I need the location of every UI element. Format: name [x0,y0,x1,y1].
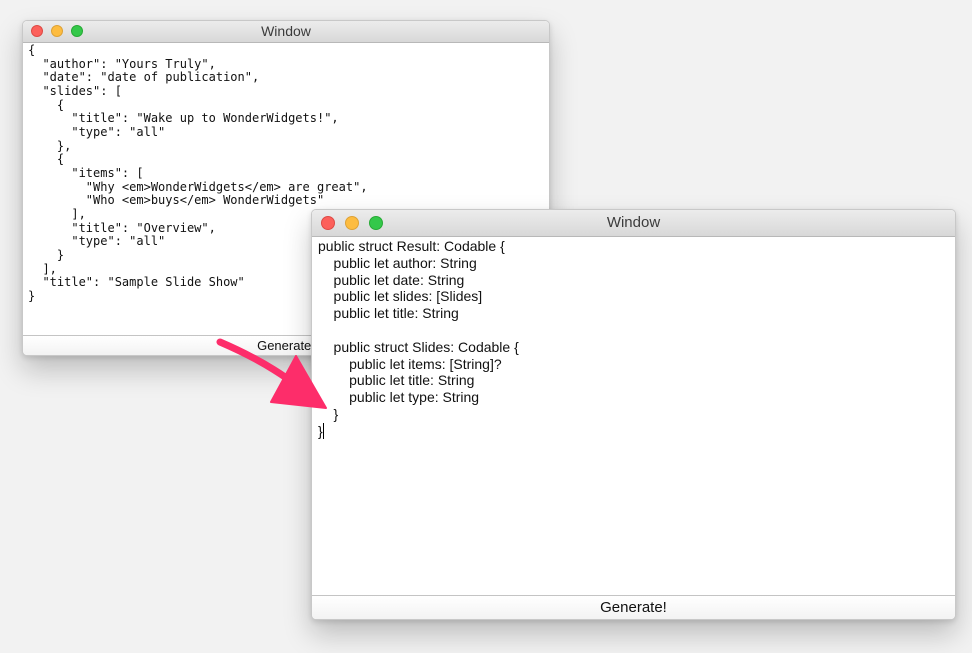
generate-button[interactable]: Generate! [312,595,955,619]
swift-text-view[interactable]: public struct Result: Codable { public l… [312,237,955,595]
close-icon[interactable] [31,25,43,37]
title-bar[interactable]: Window [23,21,549,43]
desktop: Window { "author": "Yours Truly", "date"… [0,0,972,653]
text-cursor [322,422,324,439]
swift-code: public struct Result: Codable { public l… [318,238,519,439]
title-bar[interactable]: Window [312,210,955,237]
window-controls [31,25,83,37]
window-title: Window [261,23,311,39]
window-title: Window [606,214,661,231]
close-icon[interactable] [321,216,335,230]
zoom-icon[interactable] [369,216,383,230]
zoom-icon[interactable] [71,25,83,37]
minimize-icon[interactable] [345,216,359,230]
minimize-icon[interactable] [51,25,63,37]
window-controls [321,216,383,230]
swift-output-window: Window public struct Result: Codable { p… [311,209,956,620]
